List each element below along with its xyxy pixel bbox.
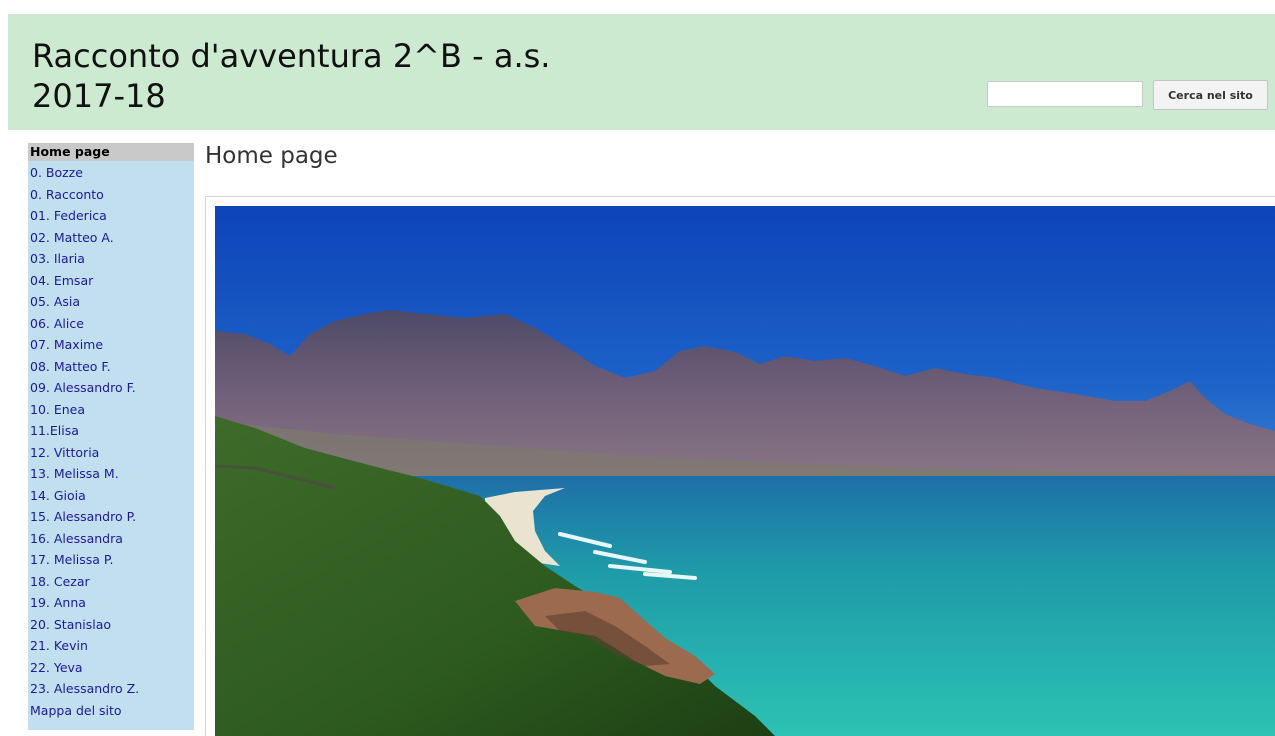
sidebar-item-melissa-m[interactable]: 13. Melissa M.	[28, 463, 194, 485]
sidebar-item-alessandro-p[interactable]: 15. Alessandro P.	[28, 506, 194, 528]
sidebar-item-cezar[interactable]: 18. Cezar	[28, 571, 194, 593]
sidebar-item-alessandro-f[interactable]: 09. Alessandro F.	[28, 377, 194, 399]
sidebar-item-anna[interactable]: 19. Anna	[28, 592, 194, 614]
sidebar-item-ilaria[interactable]: 03. Ilaria	[28, 248, 194, 270]
sidebar-item-kevin[interactable]: 21. Kevin	[28, 635, 194, 657]
sidebar-item-stanislao[interactable]: 20. Stanislao	[28, 614, 194, 636]
sidebar-item-emsar[interactable]: 04. Emsar	[28, 270, 194, 292]
site-header: Racconto d'avventura 2^B - a.s. 2017-18 …	[8, 14, 1275, 130]
sidebar-item-maxime[interactable]: 07. Maxime	[28, 334, 194, 356]
search-button[interactable]: Cerca nel sito	[1153, 80, 1268, 110]
sidebar-item-vittoria[interactable]: 12. Vittoria	[28, 442, 194, 464]
landscape-image	[215, 206, 1275, 736]
sidebar-item-home-page[interactable]: Home page	[28, 143, 194, 161]
sidebar-item-bozze[interactable]: 0. Bozze	[28, 162, 194, 184]
search-input[interactable]	[987, 81, 1143, 107]
sidebar-item-gioia[interactable]: 14. Gioia	[28, 485, 194, 507]
sidebar-item-racconto[interactable]: 0. Racconto	[28, 184, 194, 206]
sidebar-item-melissa-p[interactable]: 17. Melissa P.	[28, 549, 194, 571]
sidebar-item-federica[interactable]: 01. Federica	[28, 205, 194, 227]
sidebar-item-enea[interactable]: 10. Enea	[28, 399, 194, 421]
sidebar-item-mappa-del-sito[interactable]: Mappa del sito	[28, 700, 194, 722]
sidebar-item-alessandra[interactable]: 16. Alessandra	[28, 528, 194, 550]
sidebar-nav: Home page 0. Bozze 0. Racconto 01. Feder…	[28, 143, 194, 730]
sidebar-item-matteo-f[interactable]: 08. Matteo F.	[28, 356, 194, 378]
sidebar-item-matteo-a[interactable]: 02. Matteo A.	[28, 227, 194, 249]
sidebar-item-alessandro-z[interactable]: 23. Alessandro Z.	[28, 678, 194, 700]
sidebar-item-asia[interactable]: 05. Asia	[28, 291, 194, 313]
site-title[interactable]: Racconto d'avventura 2^B - a.s. 2017-18	[32, 36, 632, 116]
sidebar-item-alice[interactable]: 06. Alice	[28, 313, 194, 335]
sidebar-item-elisa[interactable]: 11.Elisa	[28, 420, 194, 442]
sidebar-item-yeva[interactable]: 22. Yeva	[28, 657, 194, 679]
page-title: Home page	[205, 143, 338, 169]
